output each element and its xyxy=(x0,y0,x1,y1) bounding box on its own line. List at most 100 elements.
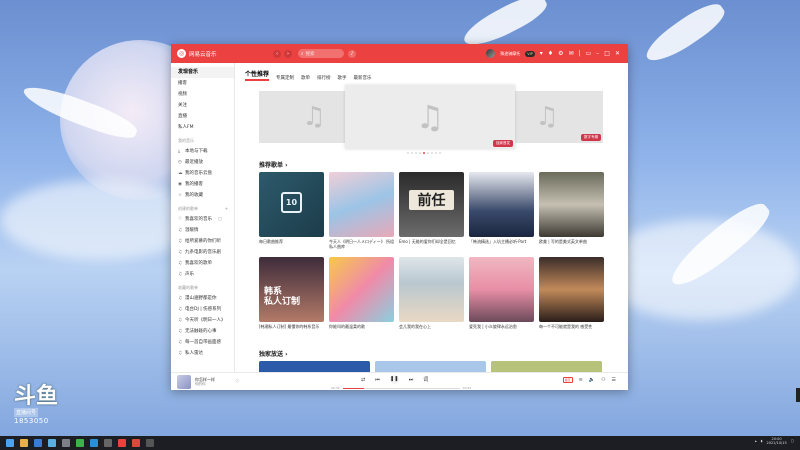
carousel-dot-active[interactable] xyxy=(423,152,425,154)
file-explorer-icon[interactable] xyxy=(20,439,28,447)
carousel-dot[interactable] xyxy=(439,152,441,154)
avatar[interactable] xyxy=(486,49,496,58)
playlist-card[interactable]: 会儿我的我在心上 xyxy=(399,257,464,337)
pause-icon[interactable]: ❚❚ xyxy=(389,375,399,384)
close-icon[interactable]: ✕ xyxy=(615,50,620,57)
notification-icon[interactable]: ▢ xyxy=(791,439,794,443)
sidebar-item-video[interactable]: 视频 xyxy=(171,89,234,100)
sidebar-playlist[interactable]: ♫ 漫山遍野都是你 xyxy=(171,293,234,304)
username[interactable]: 殊途骑摩托 xyxy=(500,51,520,57)
carousel-dot[interactable] xyxy=(427,152,429,154)
quality-badge[interactable]: 极高 xyxy=(562,377,573,383)
tab-artists[interactable]: 歌手 xyxy=(338,75,347,81)
app-icon[interactable] xyxy=(146,439,154,447)
shuffle-icon[interactable]: ⇄ xyxy=(361,377,365,383)
progress-bar[interactable]: 00:32 03:52 xyxy=(331,386,471,390)
playlist-card[interactable]: 你能叫的最温柔的歌 xyxy=(329,257,394,337)
playlist-card[interactable]: 10 每日歌曲推荐 xyxy=(259,172,324,252)
media-icon[interactable] xyxy=(90,439,98,447)
back-arrow-icon[interactable]: ‹ xyxy=(273,49,281,58)
tab-custom[interactable]: 专属定制 xyxy=(276,75,294,81)
volume-icon[interactable]: 🔈 xyxy=(589,377,595,383)
sidebar-item-recent[interactable]: ◷ 最近播放 xyxy=(171,157,234,168)
playlist-card[interactable]: 每一个不可能就是我的 感受性 xyxy=(539,257,604,337)
playlist-card[interactable]: 爱死我 | 小众旋律永远治愈 xyxy=(469,257,534,337)
shirt-icon[interactable]: ♦ xyxy=(548,50,553,57)
tab-personal[interactable]: 个性推荐 xyxy=(245,69,270,81)
like-heart-icon[interactable]: ♡ xyxy=(235,379,239,385)
sound-effect-icon[interactable]: ≋ xyxy=(579,377,583,383)
sidebar-item-collection[interactable]: ☆ 我的收藏 xyxy=(171,190,234,201)
sidebar-playlist[interactable]: ♫ 我喜欢的歌单 xyxy=(171,258,234,269)
collected-playlists-header[interactable]: 收藏的歌单 xyxy=(171,282,234,293)
search-input[interactable]: ⌕ 搜索 xyxy=(298,49,344,58)
banner-slide-active[interactable]: ♫ 独家首发 xyxy=(345,85,515,149)
carousel-dot[interactable] xyxy=(431,152,433,154)
add-playlist-icon[interactable]: + xyxy=(225,203,228,214)
tab-playlists[interactable]: 歌单 xyxy=(301,75,310,81)
playlist-card[interactable]: 前任 Emo | 无能的爱你们却全是回忆 xyxy=(399,172,464,252)
sidebar-item-podcast[interactable]: 播客 xyxy=(171,78,234,89)
lyrics-icon[interactable]: 词 xyxy=(423,376,428,383)
forward-arrow-icon[interactable]: › xyxy=(284,49,292,58)
created-playlists-header[interactable]: 创建的歌单 + xyxy=(171,203,234,214)
carousel-dot[interactable] xyxy=(435,152,437,154)
song-artist[interactable]: 你的你 xyxy=(195,382,235,387)
next-icon[interactable]: ⏭ xyxy=(409,377,414,383)
minimize-icon[interactable]: – xyxy=(596,50,599,57)
settings-gear-icon[interactable]: ⚙ xyxy=(558,50,563,57)
sidebar-item-my-podcast[interactable]: ◉ 我的播客 xyxy=(171,179,234,190)
maximize-icon[interactable]: □ xyxy=(604,50,610,57)
network-icon[interactable]: ▴ xyxy=(755,439,757,443)
windows-start-icon[interactable] xyxy=(6,439,14,447)
edge-handle[interactable] xyxy=(796,388,800,402)
sidebar-item-cloud[interactable]: ☁ 我的音乐云盘 xyxy=(171,168,234,179)
settings-icon[interactable] xyxy=(104,439,112,447)
previous-icon[interactable]: ⏮ xyxy=(375,377,380,383)
tab-charts[interactable]: 排行榜 xyxy=(317,75,331,81)
sidebar-playlist[interactable]: ♫ 温暖情 xyxy=(171,225,234,236)
volume-tray-icon[interactable]: ◖ xyxy=(761,439,763,443)
mini-mode-icon[interactable]: ▭ xyxy=(586,50,592,57)
playlist-card[interactable]: 「韩流精选」入坑主播必听·Part xyxy=(469,172,534,252)
netease-music-icon[interactable] xyxy=(118,439,126,447)
exclusive-card[interactable] xyxy=(491,361,602,372)
sidebar-playlist[interactable]: ♫ 声乐 xyxy=(171,269,234,280)
app-icon[interactable] xyxy=(132,439,140,447)
microphone-icon[interactable]: ♪ xyxy=(348,49,356,58)
carousel-dot[interactable] xyxy=(415,152,417,154)
sidebar-playlist[interactable]: ♫ 九条电影的音乐剧 xyxy=(171,247,234,258)
sidebar-item-fm[interactable]: 私人FM xyxy=(171,122,234,133)
store-icon[interactable] xyxy=(62,439,70,447)
sidebar-playlist[interactable]: ♫ 给所爱慕的你们听 xyxy=(171,236,234,247)
progress-track[interactable] xyxy=(342,387,460,389)
sidebar-playlist[interactable]: ♫ 今天听《明日一人》 xyxy=(171,315,234,326)
vip-badge[interactable]: VIP xyxy=(525,50,535,57)
playlist-queue-icon[interactable]: ☰ xyxy=(612,377,616,383)
sidebar-item-follow[interactable]: 关注 xyxy=(171,100,234,111)
mail-icon[interactable]: ✉ xyxy=(569,50,574,57)
photos-icon[interactable] xyxy=(48,439,56,447)
heartbeat-mode-icon[interactable]: ◌ xyxy=(218,214,222,225)
exclusive-card[interactable] xyxy=(259,361,370,372)
carousel-dot[interactable] xyxy=(411,152,413,154)
sidebar-item-local[interactable]: ⤓ 本地与下载 xyxy=(171,146,234,157)
playlist-card[interactable]: 欧美 | 写的是美式英文单曲 xyxy=(539,172,604,252)
sidebar-playlist[interactable]: ♫ 电台DJ | 伤感系列 xyxy=(171,304,234,315)
tab-new-music[interactable]: 最新音乐 xyxy=(354,75,372,81)
sidebar-playlist[interactable]: ♫ 私人雷达 xyxy=(171,348,234,359)
carousel-dot[interactable] xyxy=(407,152,409,154)
sidebar-playlist[interactable]: ♫ 每一首自带画面感 xyxy=(171,337,234,348)
playlist-card[interactable]: 今天人《明日一人メロディー》 所组私人曲库 xyxy=(329,172,394,252)
browser-icon[interactable] xyxy=(34,439,42,447)
exclusive-card[interactable] xyxy=(375,361,486,372)
sidebar-item-discover[interactable]: 发现音乐 xyxy=(171,67,234,78)
playlist-card[interactable]: 韩系 私人订制 [韩潮私人订制] 最懂你的韩系音乐 xyxy=(259,257,324,337)
sidebar-playlist[interactable]: ♫ 无法触碰的心事 xyxy=(171,326,234,337)
chat-icon[interactable] xyxy=(76,439,84,447)
exclusive-title[interactable]: 独家放送 › xyxy=(259,349,288,358)
clock[interactable]: 20:00 2021/10/15 xyxy=(767,437,787,445)
sidebar-item-live[interactable]: 直播 xyxy=(171,111,234,122)
sidebar-item-liked[interactable]: ♡ 我喜欢的音乐 ◌ xyxy=(171,214,234,225)
carousel-dot[interactable] xyxy=(419,152,421,154)
